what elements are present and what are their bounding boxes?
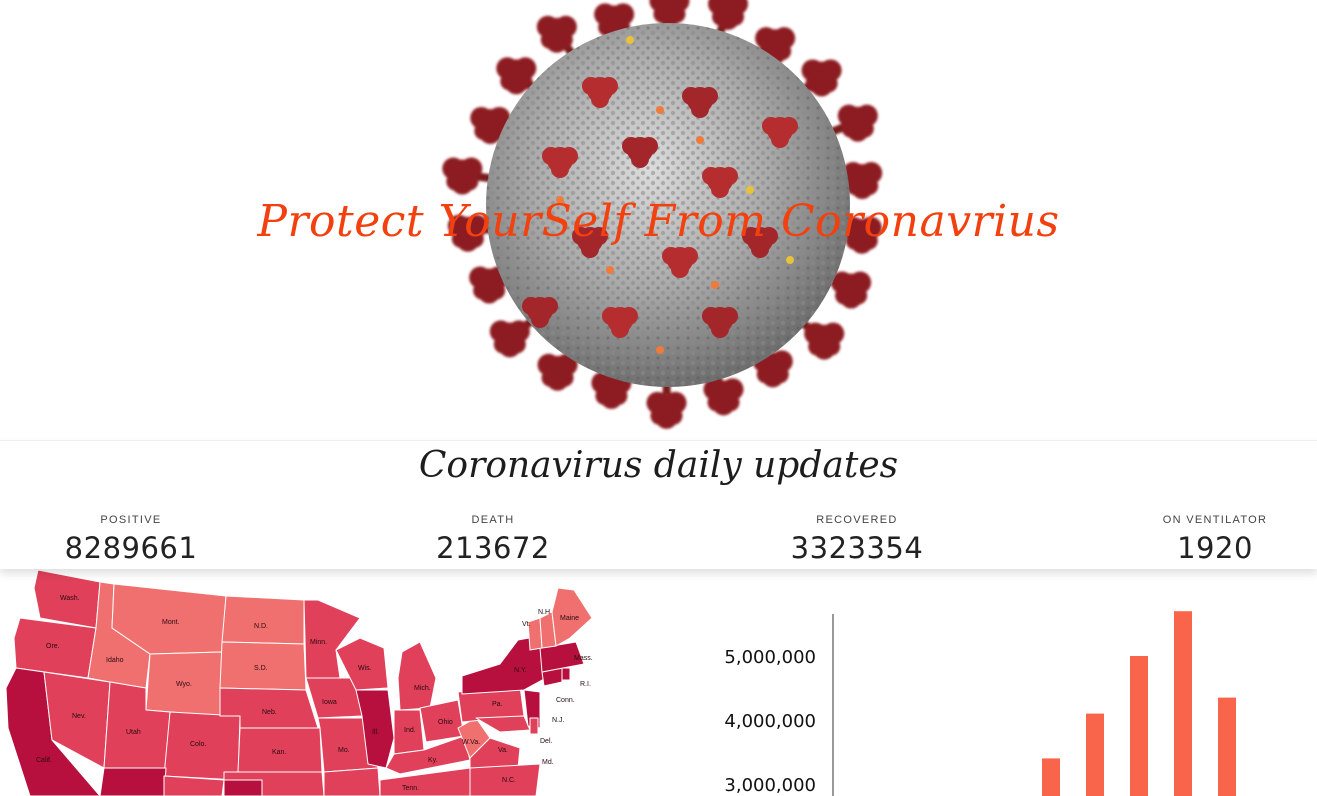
state-label: Kan. <box>272 749 286 756</box>
state-label: R.I. <box>580 681 591 688</box>
state-label: Iowa <box>322 699 337 706</box>
state-label: Ohio <box>438 719 453 726</box>
state-label: N.Y. <box>514 667 527 674</box>
spike-protein <box>796 317 845 360</box>
orange-protein-dot <box>656 346 664 354</box>
state-ri <box>561 667 571 681</box>
bar <box>1218 697 1236 796</box>
stat-label: DEATH <box>471 514 515 526</box>
y-axis-ticks: 5,000,000 4,000,000 3,000,000 <box>724 647 816 796</box>
state-label: Vt. <box>522 621 531 628</box>
state-label: Va. <box>498 747 508 754</box>
orange-protein-dot <box>746 186 754 194</box>
orange-protein-dot <box>606 266 614 274</box>
state-nm <box>163 775 225 796</box>
stat-label: POSITIVE <box>100 514 162 526</box>
state-label: W.Va. <box>462 739 480 746</box>
state-label: Wyo. <box>176 681 192 688</box>
stat-value: 3323354 <box>790 531 924 565</box>
state-label: N.H. <box>538 609 552 616</box>
state-label: Idaho <box>106 657 124 664</box>
state-label: Ore. <box>46 643 60 650</box>
hero-title: Protect YourSelf From Coronavrius <box>257 196 1060 247</box>
orange-protein-dot <box>656 106 664 114</box>
state-label: Minn. <box>310 639 327 646</box>
orange-protein-dot <box>711 281 719 289</box>
stat-label: ON VENTILATOR <box>1162 514 1268 526</box>
state-tn <box>379 767 471 796</box>
state-label: Mo. <box>338 747 350 754</box>
state-label: N.J. <box>552 717 565 724</box>
state-label: Tenn. <box>402 785 419 792</box>
bar <box>1086 713 1104 796</box>
state-nd <box>221 595 305 645</box>
spike-protein <box>646 379 687 429</box>
state-label: Utah <box>126 729 141 736</box>
us-cases-map: Wash. Ore. Calif. Nev. Idaho Mont. Wyo. … <box>0 568 600 796</box>
y-tick-label: 5,000,000 <box>724 647 816 668</box>
state-tx <box>223 779 263 796</box>
stat-label: RECOVERED <box>816 514 898 526</box>
bars <box>1042 611 1236 796</box>
state-label: Wash. <box>60 595 80 602</box>
spike-protein <box>489 315 538 358</box>
state-label: Ind. <box>404 727 416 734</box>
stat-recovered: RECOVERED 3323354 <box>737 514 977 565</box>
state-label: Del. <box>540 738 553 745</box>
orange-protein-dot <box>696 136 704 144</box>
cases-bar-chart: 5,000,000 4,000,000 3,000,000 <box>700 568 1317 796</box>
state-label: Maine <box>560 615 579 622</box>
y-tick-label: 3,000,000 <box>724 775 816 796</box>
state-label: Mont. <box>162 619 180 626</box>
y-tick-label: 4,000,000 <box>724 711 816 732</box>
state-az <box>99 767 167 796</box>
page: Protect YourSelf From Coronavrius Corona… <box>0 0 1317 796</box>
state-label: Calif. <box>36 757 52 764</box>
stat-positive: POSITIVE 8289661 <box>11 514 251 565</box>
state-de <box>529 717 539 735</box>
state-label: N.D. <box>254 623 268 630</box>
state-mi <box>397 641 437 711</box>
state-label: Pa. <box>492 701 503 708</box>
bar <box>1130 656 1148 796</box>
state-label: Nev. <box>72 713 86 720</box>
stat-on-ventilator: ON VENTILATOR 1920 <box>1095 514 1317 565</box>
state-label: Md. <box>542 759 554 766</box>
stat-value: 8289661 <box>64 531 198 565</box>
state-label: Mich. <box>414 685 431 692</box>
state-label: Colo. <box>190 741 206 748</box>
state-label: Ill. <box>372 729 379 736</box>
stat-death: DEATH 213672 <box>373 514 613 565</box>
stat-value: 213672 <box>436 531 550 565</box>
hero-banner: Protect YourSelf From Coronavrius <box>0 0 1317 440</box>
state-label: N.C. <box>502 777 516 784</box>
orange-protein-dot <box>626 36 634 44</box>
bar <box>1174 611 1192 796</box>
bar <box>1042 758 1060 796</box>
stat-value: 1920 <box>1177 531 1253 565</box>
state-label: Mass. <box>574 655 593 662</box>
spike-protein <box>536 15 578 60</box>
state-label: Conn. <box>556 697 575 704</box>
state-label: Wis. <box>358 665 372 672</box>
state-label: Neb. <box>262 709 277 716</box>
state-ar <box>323 767 381 796</box>
updates-title: Coronavirus daily updates <box>418 445 899 486</box>
daily-updates-panel: Coronavirus daily updates POSITIVE 82896… <box>0 440 1317 569</box>
state-label: S.D. <box>254 665 268 672</box>
state-label: Ky. <box>428 757 438 764</box>
orange-protein-dot <box>786 256 794 264</box>
